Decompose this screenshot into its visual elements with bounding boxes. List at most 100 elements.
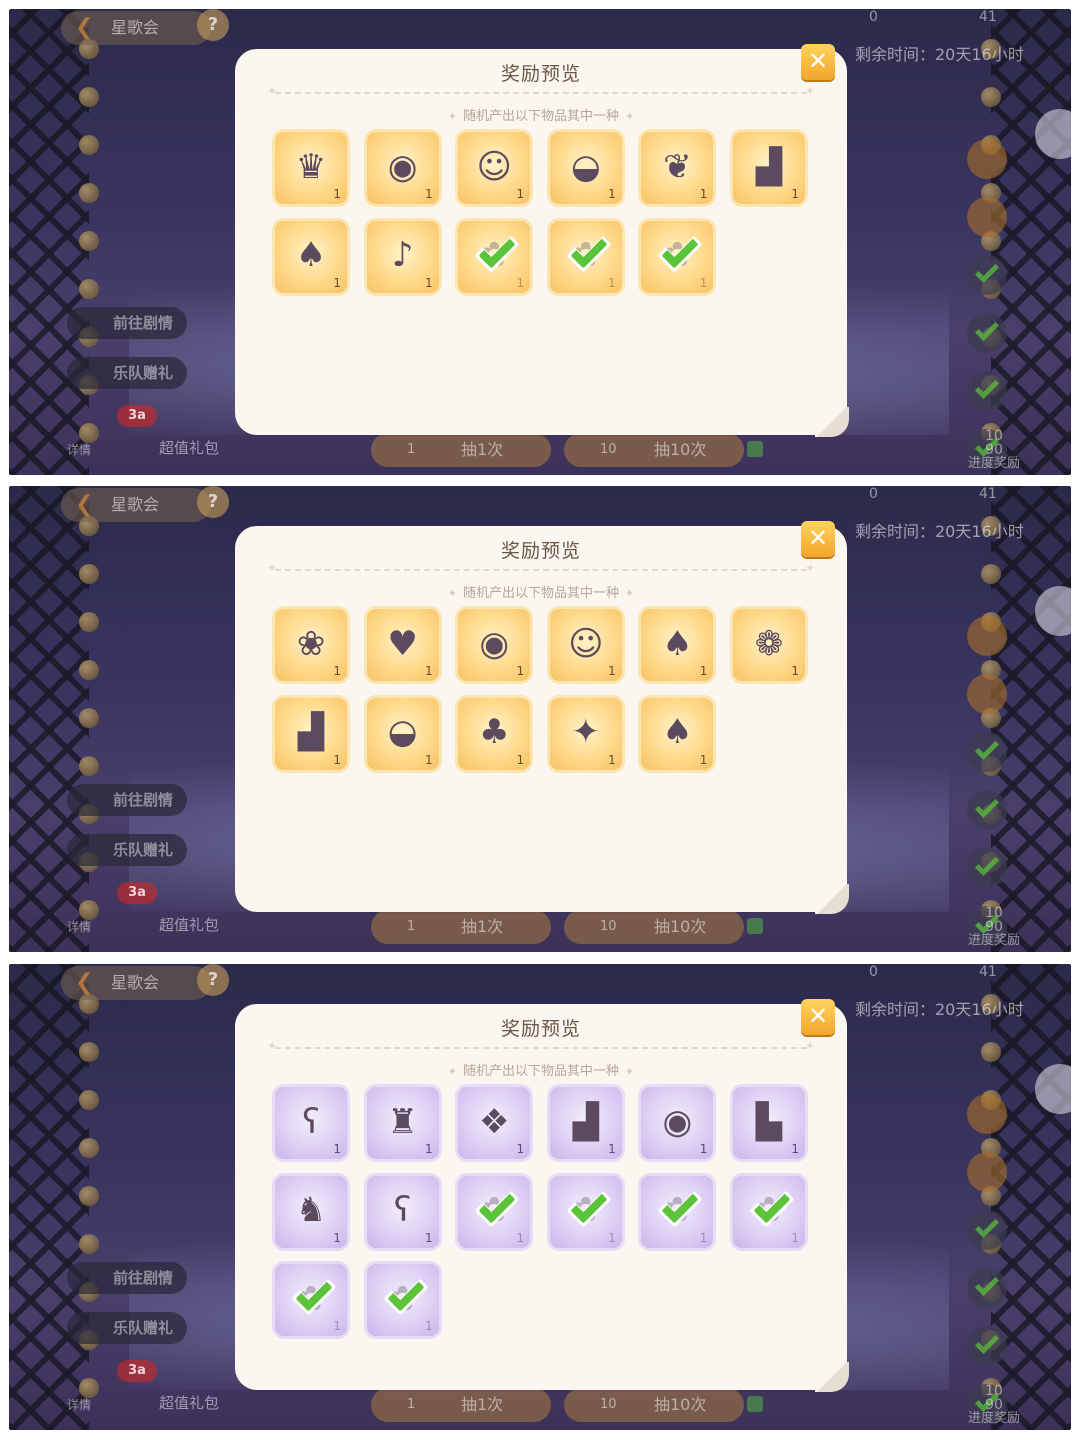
claimed-check-icon[interactable] <box>967 790 1007 830</box>
claimed-check-icon[interactable] <box>967 313 1007 353</box>
claimed-check-icon[interactable] <box>967 732 1007 772</box>
close-button[interactable]: ✕ <box>801 521 835 557</box>
item-quantity: 1 <box>608 1142 616 1156</box>
reward-item-tile[interactable]: ♥ 1 <box>363 606 442 684</box>
reward-item-tile[interactable]: ◉ 1 <box>638 1084 717 1162</box>
sparkle-icon: ✦ <box>447 1065 457 1078</box>
reward-item-tile[interactable]: ✿ 1 <box>546 1172 625 1251</box>
item-quantity: 1 <box>516 664 525 678</box>
claimed-check-icon[interactable] <box>967 848 1007 888</box>
progress-reward-button[interactable]: 10 90 进度奖励 <box>959 429 1029 471</box>
reward-item-tile[interactable]: ʕ1 <box>272 1084 350 1162</box>
help-button[interactable]: ? <box>197 9 229 41</box>
pose-icon: ✦ <box>571 712 601 753</box>
reward-item-tile[interactable]: ▟ 1 <box>272 694 350 773</box>
draw-ten-button[interactable]: 10 抽10次 <box>564 1388 744 1422</box>
reward-chest-icon[interactable] <box>967 616 1007 656</box>
story-button[interactable]: 前往剧情 <box>67 307 187 339</box>
reward-item-tile[interactable]: ☺ 1 <box>546 606 625 684</box>
reward-chest-icon[interactable] <box>967 197 1007 237</box>
reward-item-tile[interactable]: ♜ 1 <box>363 1084 442 1162</box>
reward-item-tile[interactable]: ✿ 1 <box>272 1261 350 1340</box>
reward-item-tile[interactable]: ▟ 1 <box>730 129 808 207</box>
guitar-icon: ♪ <box>391 235 414 276</box>
draw-ten-button[interactable]: 10 抽10次 <box>564 433 744 467</box>
reward-item-tile[interactable]: ◉ 1 <box>455 606 534 684</box>
reward-item-tile[interactable]: ✿ 1 <box>363 1261 442 1340</box>
draw-one-button[interactable]: 1 抽1次 <box>371 1388 551 1422</box>
help-button[interactable]: ? <box>197 486 229 518</box>
help-button[interactable]: ? <box>197 964 229 996</box>
currency-value-right: 41 <box>979 486 997 502</box>
reward-item-tile[interactable]: ✿ 1 <box>638 1172 717 1251</box>
skip-animation-toggle[interactable] <box>747 1396 837 1414</box>
story-button[interactable]: 前往剧情 <box>67 1262 187 1294</box>
draw-one-button[interactable]: 1 抽1次 <box>371 433 551 467</box>
reward-item-tile[interactable]: ✿ 1 <box>546 217 625 296</box>
dialog-title: 奖励预览 <box>500 63 581 85</box>
close-button[interactable]: ✕ <box>801 999 835 1035</box>
reward-item-tile[interactable]: ♠ 1 <box>638 606 717 684</box>
detail-link[interactable]: 详情 <box>67 1396 91 1413</box>
detail-link[interactable]: 详情 <box>67 918 91 935</box>
draw-one-button[interactable]: 1 抽1次 <box>371 910 551 944</box>
reward-item-tile[interactable]: ♠ 1 <box>272 217 350 296</box>
reward-item-tile[interactable]: ❖ 1 <box>455 1084 534 1162</box>
progress-reward-button[interactable]: 10 90 进度奖励 <box>959 1384 1029 1426</box>
draw-ten-button[interactable]: 10 抽10次 <box>564 910 744 944</box>
progress-label: 进度奖励 <box>967 933 1020 948</box>
reward-item-tile[interactable]: ♣ 1 <box>455 694 534 773</box>
reward-item-tile[interactable]: ♠ 1 <box>638 694 717 773</box>
story-button[interactable]: 前往剧情 <box>67 784 187 816</box>
item-quantity: 1 <box>699 752 708 767</box>
check-icon <box>974 793 1000 819</box>
claimed-check-icon[interactable] <box>967 371 1007 411</box>
back-button[interactable]: ❮ 星歌会 <box>61 966 211 1000</box>
reward-chest-icon[interactable] <box>967 1152 1007 1192</box>
progress-reward-button[interactable]: 10 90 进度奖励 <box>959 906 1029 948</box>
reward-chest-icon[interactable] <box>967 139 1007 179</box>
skip-animation-toggle[interactable] <box>747 918 837 936</box>
reward-item-tile[interactable]: ◒ 1 <box>363 694 442 773</box>
reward-item-tile[interactable]: ☺ 1 <box>455 129 534 207</box>
reward-item-tile[interactable]: ▙ 1 <box>730 1084 808 1162</box>
claimed-check-icon[interactable] <box>967 1210 1007 1250</box>
reward-chest-icon[interactable] <box>967 1094 1007 1134</box>
reward-chest-icon[interactable] <box>967 674 1007 714</box>
reward-item-tile[interactable]: ✿ 1 <box>455 1172 534 1251</box>
item-quantity: 1 <box>791 1230 799 1245</box>
reward-item-tile[interactable]: ▟ 1 <box>546 1084 625 1162</box>
reward-item-tile[interactable]: ✿ 1 <box>730 1172 808 1251</box>
back-label: 星歌会 <box>111 973 160 992</box>
stage-bulb <box>981 87 1001 107</box>
value-pack-button[interactable]: 超值礼包 <box>159 437 219 458</box>
reward-item-tile[interactable]: ❦ 1 <box>638 129 717 207</box>
reward-item-tile[interactable]: ✿ 1 <box>455 217 534 296</box>
reward-item-tile[interactable]: ʕ1 <box>363 1172 442 1251</box>
reward-item-tile[interactable]: ◒ 1 <box>546 129 625 207</box>
back-button[interactable]: ❮ 星歌会 <box>61 488 211 522</box>
item-quantity: 1 <box>424 664 433 678</box>
reward-item-tile[interactable]: ♪ 1 <box>363 217 442 296</box>
reward-item-tile[interactable]: ❀ 1 <box>272 606 350 684</box>
detail-link[interactable]: 详情 <box>67 441 91 458</box>
reward-item-tile[interactable]: ✿ 1 <box>638 217 717 296</box>
claimed-check-icon[interactable] <box>967 1268 1007 1308</box>
reward-item-tile[interactable]: ❁ 1 <box>730 606 808 684</box>
band-gift-button[interactable]: 乐队赠礼 <box>67 834 187 866</box>
band-gift-button[interactable]: 乐队赠礼 <box>67 357 187 389</box>
reward-item-tile[interactable]: ♞ 1 <box>272 1172 350 1251</box>
item-quantity: 1 <box>333 275 341 290</box>
value-pack-button[interactable]: 超值礼包 <box>159 1392 219 1413</box>
reward-item-tile[interactable]: ✦ 1 <box>546 694 625 773</box>
reward-item-tile[interactable]: ♛ 1 <box>272 129 350 207</box>
value-pack-button[interactable]: 超值礼包 <box>159 914 219 935</box>
claimed-check-icon[interactable] <box>967 1326 1007 1366</box>
close-button[interactable]: ✕ <box>801 44 835 80</box>
skip-animation-toggle[interactable] <box>747 441 837 459</box>
band-gift-button[interactable]: 乐队赠礼 <box>67 1312 187 1344</box>
reward-item-tile[interactable]: ◉ 1 <box>363 129 442 207</box>
back-button[interactable]: ❮ 星歌会 <box>61 11 211 45</box>
draw-one-label: 抽1次 <box>461 440 504 459</box>
claimed-check-icon[interactable] <box>967 255 1007 295</box>
